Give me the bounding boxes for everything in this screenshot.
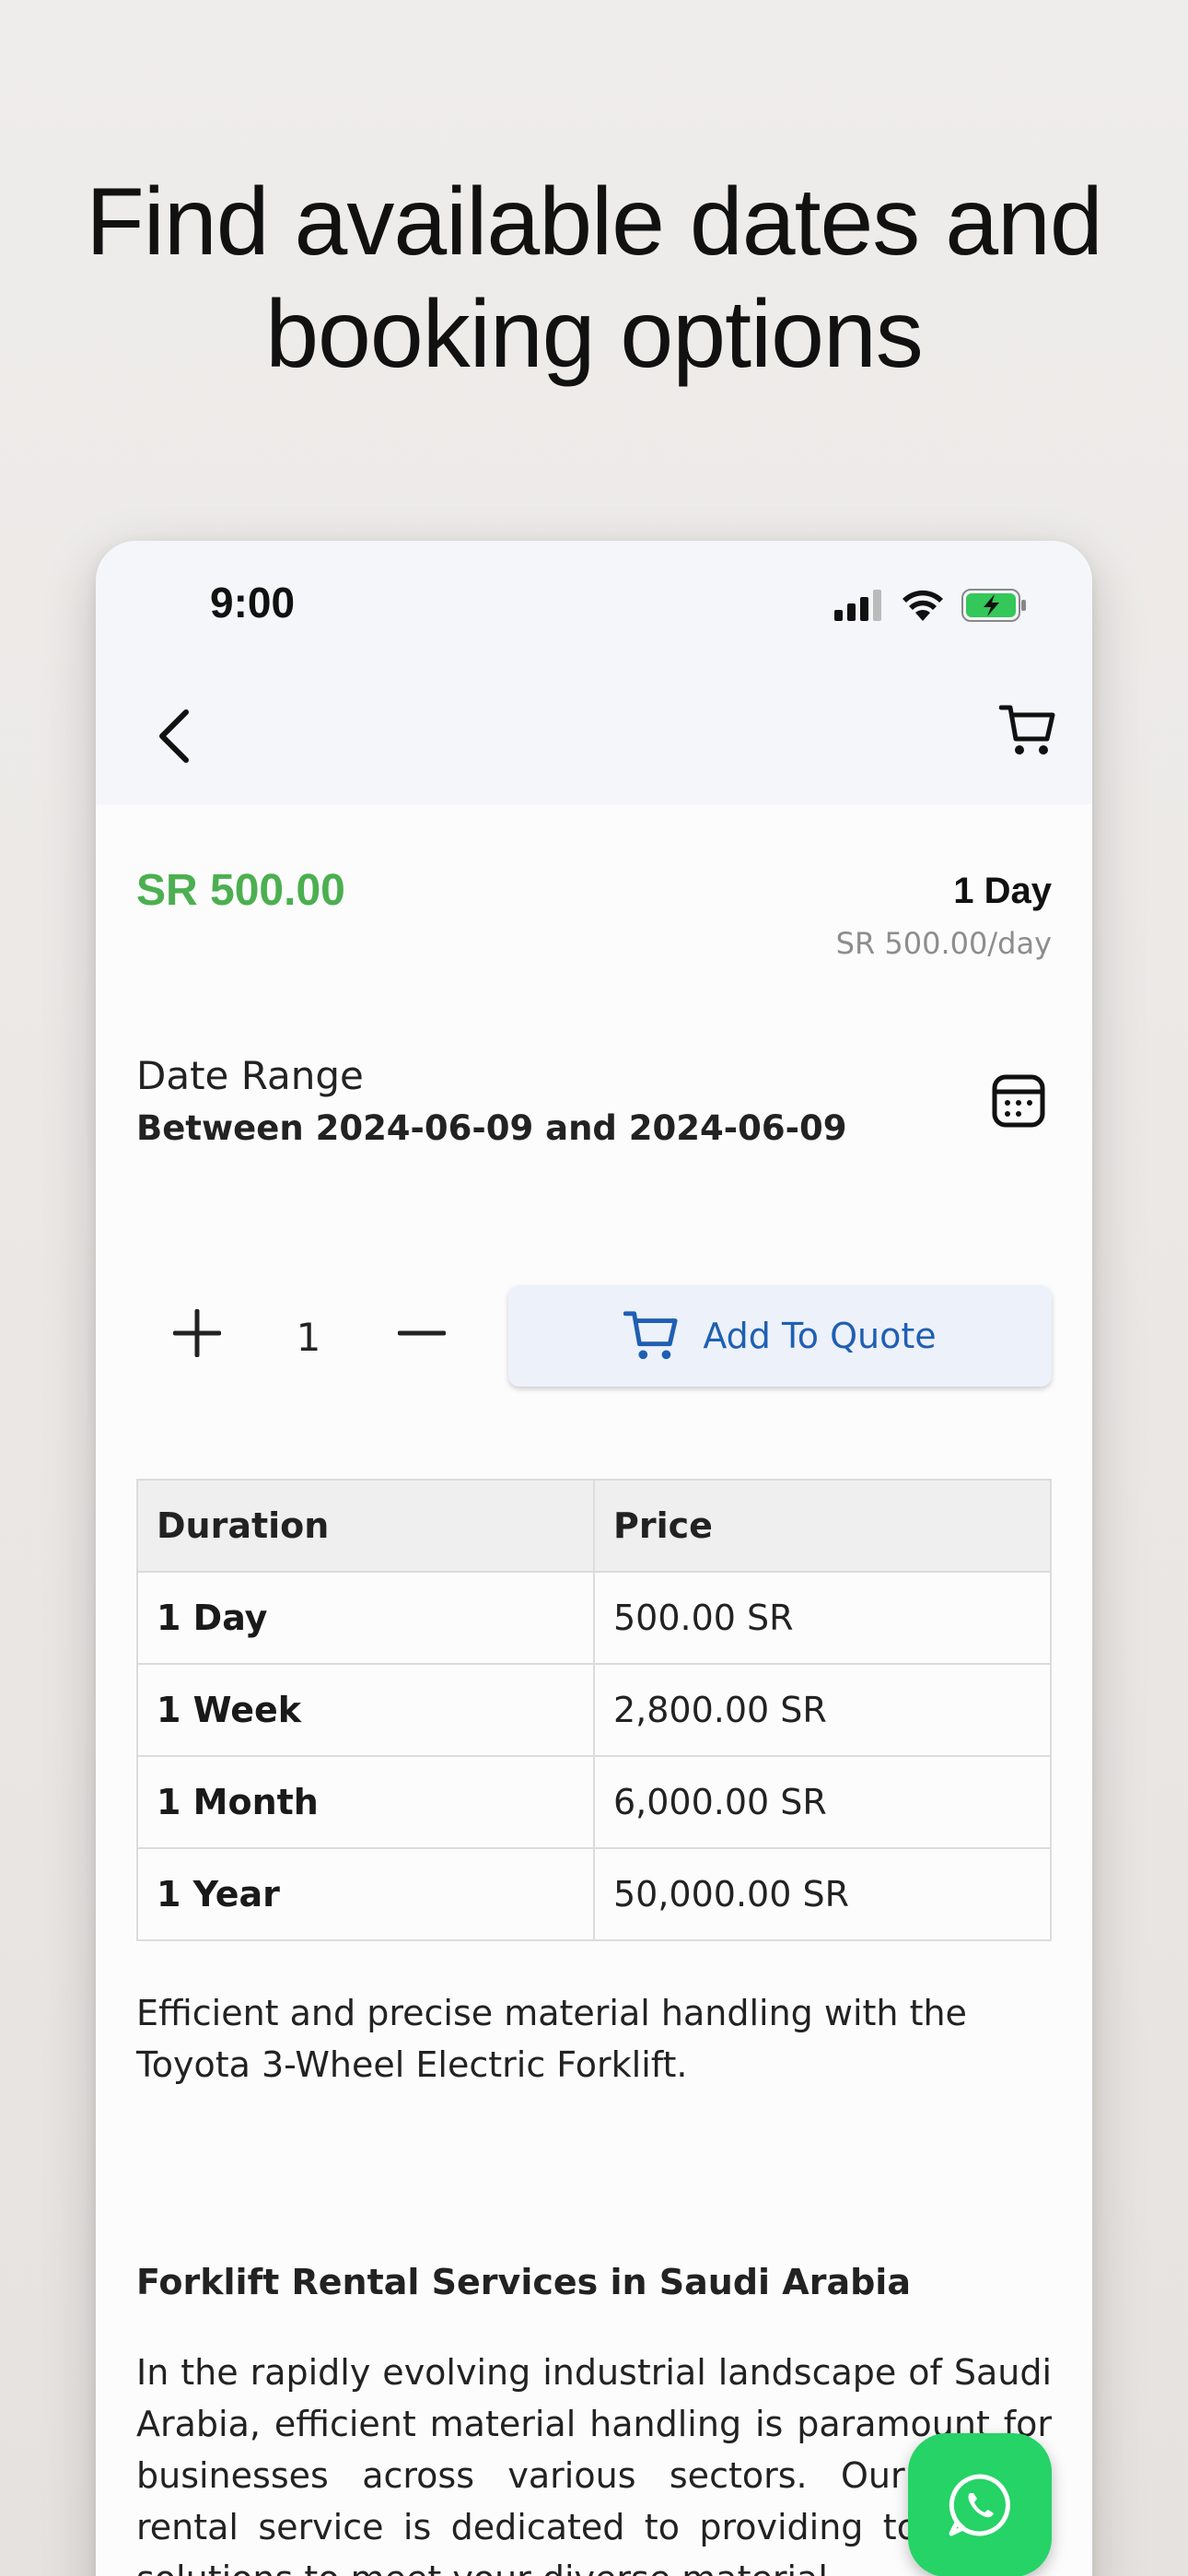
table-row: 1 Month 6,000.00 SR xyxy=(136,1755,1052,1849)
table-row: 1 Year 50,000.00 SR xyxy=(136,1847,1052,1941)
product-description: Efficient and precise material handling … xyxy=(136,1993,967,2085)
price-cell: 6,000.00 SR xyxy=(593,1755,1052,1849)
rental-price: SR 500.00 xyxy=(136,866,345,915)
status-time: 9:00 xyxy=(210,579,296,626)
cart-button[interactable] xyxy=(991,694,1065,767)
price-cell: 50,000.00 SR xyxy=(593,1847,1052,1941)
quantity-value: 1 xyxy=(296,1315,321,1360)
price-cell: 2,800.00 SR xyxy=(593,1663,1052,1757)
selected-duration: 1 Day xyxy=(953,871,1052,911)
quantity-decrease-button[interactable] xyxy=(385,1296,459,1370)
wifi-icon xyxy=(903,590,943,621)
calendar-icon xyxy=(992,1074,1045,1128)
calendar-button[interactable] xyxy=(985,1068,1052,1134)
status-icons xyxy=(834,589,1028,622)
duration-cell: 1 Year xyxy=(136,1847,595,1941)
duration-cell: 1 Month xyxy=(136,1755,595,1849)
price-cell: 500.00 SR xyxy=(593,1571,1052,1665)
headline-line-1: Find available dates and xyxy=(86,169,1102,275)
price-table: Duration Price 1 Day 500.00 SR 1 Week 2,… xyxy=(136,1479,1052,1941)
cart-icon xyxy=(999,705,1055,755)
signal-icon xyxy=(834,590,881,621)
quantity-increase-button[interactable] xyxy=(160,1296,234,1370)
phone-screen: 9:00 SR 500.00 1 Day SR 500.00/day Date … xyxy=(96,541,1092,2576)
section-title: Forklift Rental Services in Saudi Arabia xyxy=(136,2262,911,2302)
plus-icon xyxy=(173,1309,221,1357)
table-row: 1 Week 2,800.00 SR xyxy=(136,1663,1052,1757)
table-row: 1 Day 500.00 SR xyxy=(136,1571,1052,1665)
add-to-quote-label: Add To Quote xyxy=(703,1316,937,1356)
whatsapp-icon xyxy=(949,2474,1010,2536)
column-header-price: Price xyxy=(593,1479,1052,1573)
table-header-row: Duration Price xyxy=(136,1479,1052,1573)
chevron-left-icon xyxy=(159,709,189,763)
whatsapp-button[interactable] xyxy=(908,2433,1052,2576)
back-button[interactable] xyxy=(138,699,212,773)
headline-line-2: booking options xyxy=(265,281,924,388)
cart-icon xyxy=(623,1311,678,1360)
column-header-duration: Duration xyxy=(136,1479,595,1573)
minus-icon xyxy=(398,1330,446,1336)
date-range-label: Date Range xyxy=(136,1053,364,1098)
duration-cell: 1 Week xyxy=(136,1663,595,1757)
battery-charging-icon xyxy=(961,589,1026,622)
headline: Find available dates and booking options xyxy=(0,166,1188,391)
date-range-value[interactable]: Between 2024-06-09 and 2024-06-09 xyxy=(136,1108,846,1148)
add-to-quote-button[interactable]: Add To Quote xyxy=(508,1285,1052,1387)
duration-cell: 1 Day xyxy=(136,1571,595,1665)
price-per-day: SR 500.00/day xyxy=(835,926,1052,961)
